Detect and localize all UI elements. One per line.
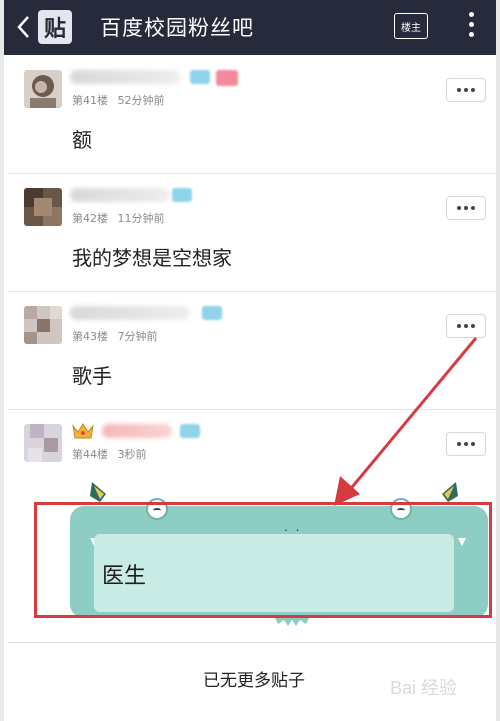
username-blurred[interactable] <box>70 70 180 84</box>
reply-post: 第43楼 7分钟前 歌手 <box>8 292 496 410</box>
post-content: 我的梦想是空想家 <box>72 246 232 270</box>
more-options-button[interactable] <box>446 196 486 220</box>
forum-title: 百度校园粉丝吧 <box>100 16 254 40</box>
phone-screen: 贴 百度校园粉丝吧 楼主 第41楼 52分钟前 额 第42楼 11分钟前 我的梦… <box>0 0 500 721</box>
post-meta: 第42楼 11分钟前 <box>72 210 165 226</box>
top-bar: 贴 百度校园粉丝吧 楼主 <box>4 0 496 55</box>
avatar[interactable] <box>24 306 62 344</box>
username-blurred[interactable] <box>102 424 172 438</box>
baidu-watermark: Bai 经验 <box>390 678 457 698</box>
more-options-button[interactable] <box>446 314 486 338</box>
level-badge <box>202 306 222 320</box>
member-badge <box>216 70 238 86</box>
level-badge <box>172 188 192 202</box>
post-time: 7分钟前 <box>117 330 158 343</box>
floor-number: 第44楼 <box>72 448 108 461</box>
post-meta: 第43楼 7分钟前 <box>72 328 158 344</box>
floor-number: 第42楼 <box>72 212 108 225</box>
tieba-logo[interactable]: 贴 <box>38 10 72 44</box>
avatar[interactable] <box>24 70 62 108</box>
username-blurred[interactable] <box>70 188 170 202</box>
post-time: 3秒前 <box>117 448 147 461</box>
highlight-box <box>34 502 492 618</box>
back-arrow-icon[interactable] <box>14 14 34 40</box>
footer-divider <box>8 642 496 643</box>
level-badge <box>180 424 200 438</box>
username-blurred[interactable] <box>70 306 190 320</box>
post-time: 52分钟前 <box>117 94 165 107</box>
left-horn-icon <box>90 482 106 502</box>
floor-number: 第41楼 <box>72 94 108 107</box>
more-vertical-icon[interactable] <box>466 12 476 42</box>
more-options-button[interactable] <box>446 78 486 102</box>
post-meta: 第44楼 3秒前 <box>72 446 147 462</box>
only-op-button[interactable]: 楼主 <box>394 13 428 39</box>
avatar[interactable] <box>24 188 62 226</box>
level-badge <box>190 70 210 84</box>
post-meta: 第41楼 52分钟前 <box>72 92 165 108</box>
crown-icon <box>72 423 94 439</box>
post-time: 11分钟前 <box>117 212 165 225</box>
avatar[interactable] <box>24 424 62 462</box>
post-content: 额 <box>72 128 92 152</box>
more-options-button[interactable] <box>446 432 486 456</box>
watermark-text: Bai 经验 <box>390 678 457 698</box>
reply-post: 第42楼 11分钟前 我的梦想是空想家 <box>8 174 496 292</box>
post-content: 歌手 <box>72 364 112 388</box>
right-horn-icon <box>442 482 458 502</box>
floor-number: 第43楼 <box>72 330 108 343</box>
reply-post: 第41楼 52分钟前 额 <box>8 56 496 174</box>
